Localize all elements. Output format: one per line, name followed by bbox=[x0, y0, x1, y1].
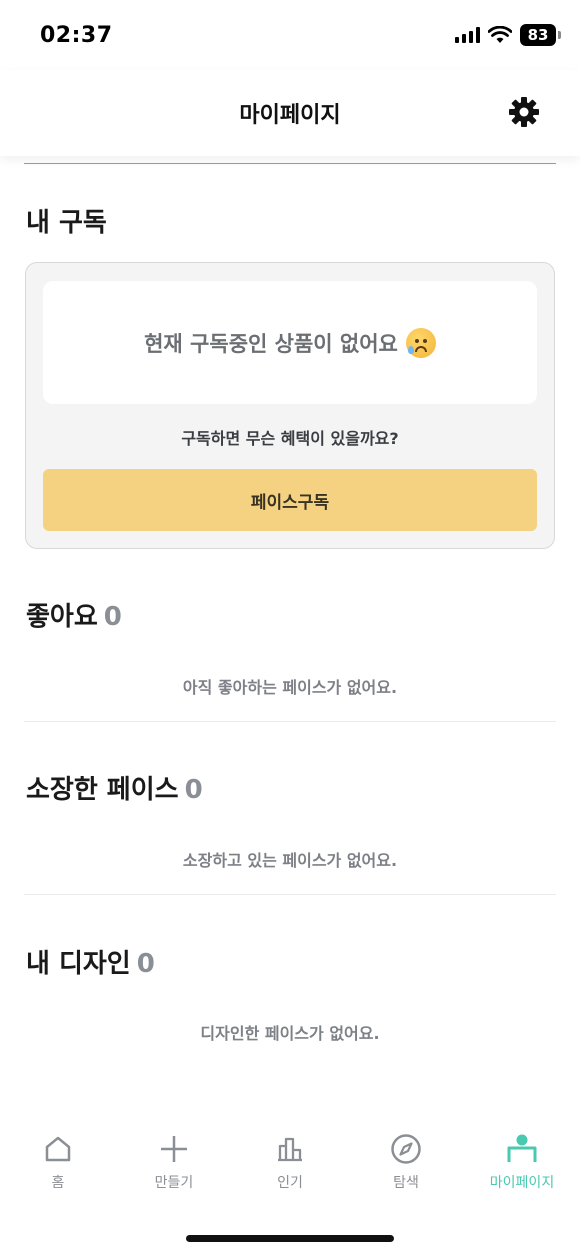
subscription-card: 현재 구독중인 상품이 없어요 구독하면 무슨 혜택이 있을까요? 페이스구독 bbox=[25, 262, 555, 549]
home-icon bbox=[41, 1132, 75, 1166]
tab-create-label: 만들기 bbox=[154, 1175, 194, 1191]
sad-tear-emoji-icon bbox=[405, 327, 436, 358]
section-divider bbox=[24, 894, 556, 895]
status-icons: 83 bbox=[455, 24, 561, 46]
designs-empty-message: 디자인한 페이스가 없어요. bbox=[200, 1024, 380, 1043]
likes-title: 좋아요 0 bbox=[26, 596, 122, 633]
designs-count: 0 bbox=[136, 949, 155, 979]
tab-popular[interactable]: 인기 bbox=[232, 1132, 348, 1204]
subscription-title: 내 구독 bbox=[26, 208, 107, 238]
likes-count: 0 bbox=[103, 602, 122, 632]
status-bar: 02:37 83 bbox=[0, 0, 580, 70]
owned-label: 소장한 페이스 bbox=[26, 775, 179, 805]
owned-count: 0 bbox=[184, 775, 203, 805]
face-subscribe-button[interactable]: 페이스구독 bbox=[43, 469, 537, 531]
plus-icon bbox=[157, 1132, 191, 1166]
gear-icon bbox=[509, 97, 539, 127]
battery-icon: 83 bbox=[520, 24, 561, 46]
owned-empty-message: 소장하고 있는 페이스가 없어요. bbox=[182, 851, 398, 870]
tab-home-label: 홈 bbox=[51, 1175, 65, 1191]
signal-icon bbox=[455, 27, 480, 43]
home-indicator bbox=[186, 1235, 394, 1242]
wifi-icon bbox=[488, 26, 512, 43]
subscription-benefit-link[interactable]: 구독하면 무슨 혜택이 있을까요? bbox=[26, 425, 554, 449]
tab-mypage[interactable]: 마이페이지 bbox=[464, 1132, 580, 1204]
tab-home[interactable]: 홈 bbox=[0, 1132, 116, 1204]
owned-title: 소장한 페이스 0 bbox=[26, 769, 203, 806]
section-divider bbox=[24, 721, 556, 722]
designs-title: 내 디자인 0 bbox=[26, 943, 155, 980]
subscription-empty-text: 현재 구독중인 상품이 없어요 bbox=[144, 331, 398, 356]
tab-create[interactable]: 만들기 bbox=[116, 1132, 232, 1204]
likes-label: 좋아요 bbox=[26, 602, 98, 632]
settings-button[interactable] bbox=[506, 94, 542, 130]
bottom-tab-bar: 홈 만들기 인기 탐색 마이페이지 bbox=[0, 1132, 580, 1204]
status-time: 02:37 bbox=[40, 22, 113, 48]
tab-popular-label: 인기 bbox=[277, 1175, 303, 1191]
tab-explore[interactable]: 탐색 bbox=[348, 1132, 464, 1204]
header-divider bbox=[24, 163, 556, 164]
tab-explore-label: 탐색 bbox=[393, 1175, 419, 1191]
subscription-empty-box: 현재 구독중인 상품이 없어요 bbox=[43, 281, 537, 404]
app-header: 마이페이지 bbox=[0, 70, 580, 156]
page-title: 마이페이지 bbox=[239, 103, 341, 128]
likes-empty-message: 아직 좋아하는 페이스가 없어요. bbox=[182, 678, 398, 697]
battery-level: 83 bbox=[527, 26, 549, 44]
designs-label: 내 디자인 bbox=[26, 949, 131, 979]
profile-icon bbox=[505, 1132, 539, 1166]
tab-mypage-label: 마이페이지 bbox=[489, 1175, 555, 1191]
chart-icon bbox=[273, 1132, 307, 1166]
compass-icon bbox=[389, 1132, 423, 1166]
